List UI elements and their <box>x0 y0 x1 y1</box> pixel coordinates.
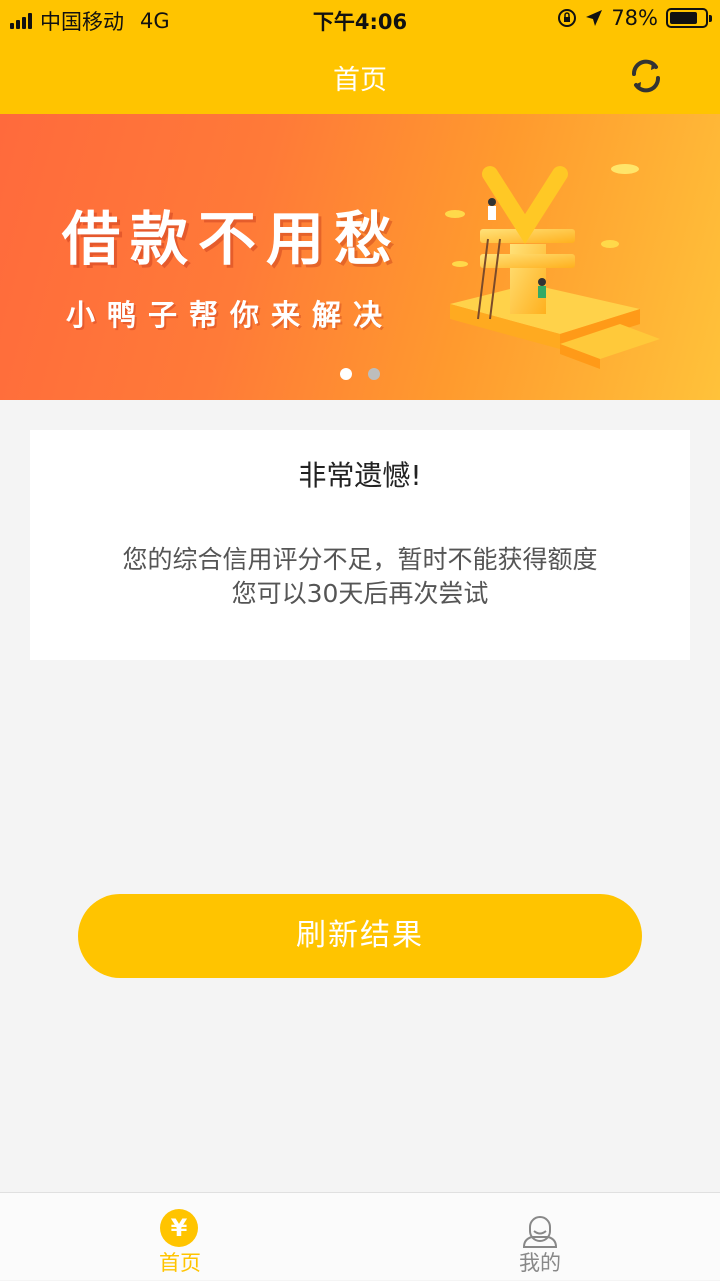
battery-percent: 78% <box>611 6 658 30</box>
yen-platform-illustration <box>445 164 660 369</box>
refresh-icon[interactable] <box>626 56 666 96</box>
yen-icon: ¥ <box>160 1209 200 1249</box>
banner-dot[interactable] <box>340 368 352 380</box>
tab-home[interactable]: ¥ 首页 <box>0 1193 360 1281</box>
nav-bar: 首页 <box>0 36 720 114</box>
banner-headline: 借款不用愁 <box>62 205 403 273</box>
page-title: 首页 <box>333 65 387 96</box>
result-message-line2: 您可以30天后再次尝试 <box>231 579 489 608</box>
promo-banner[interactable]: 借款不用愁 小鸭子帮你来解决 <box>0 114 720 400</box>
status-right: 78% <box>557 6 712 30</box>
result-title: 非常遗憾! <box>298 459 422 492</box>
battery-icon <box>666 8 712 28</box>
location-icon <box>586 10 603 26</box>
banner-dot[interactable] <box>368 368 380 380</box>
battery-fill <box>670 12 697 24</box>
refresh-result-button[interactable]: 刷新结果 <box>78 894 642 978</box>
user-icon <box>522 1216 558 1248</box>
tab-home-label: 首页 <box>159 1251 201 1275</box>
banner-pagination <box>0 368 720 380</box>
tab-mine[interactable]: 我的 <box>360 1193 720 1281</box>
tab-mine-label: 我的 <box>519 1251 561 1275</box>
orientation-lock-icon <box>558 9 577 27</box>
result-card: 非常遗憾! 您的综合信用评分不足，暂时不能获得额度 您可以30天后再次尝试 <box>30 430 690 660</box>
result-message-line1: 您的综合信用评分不足，暂时不能获得额度 <box>122 545 598 574</box>
tab-bar: ¥ 首页 我的 <box>0 1192 720 1280</box>
status-bar: 中国移动 4G 下午4:06 78% <box>0 0 720 36</box>
banner-subline: 小鸭子帮你来解决 <box>66 298 395 332</box>
